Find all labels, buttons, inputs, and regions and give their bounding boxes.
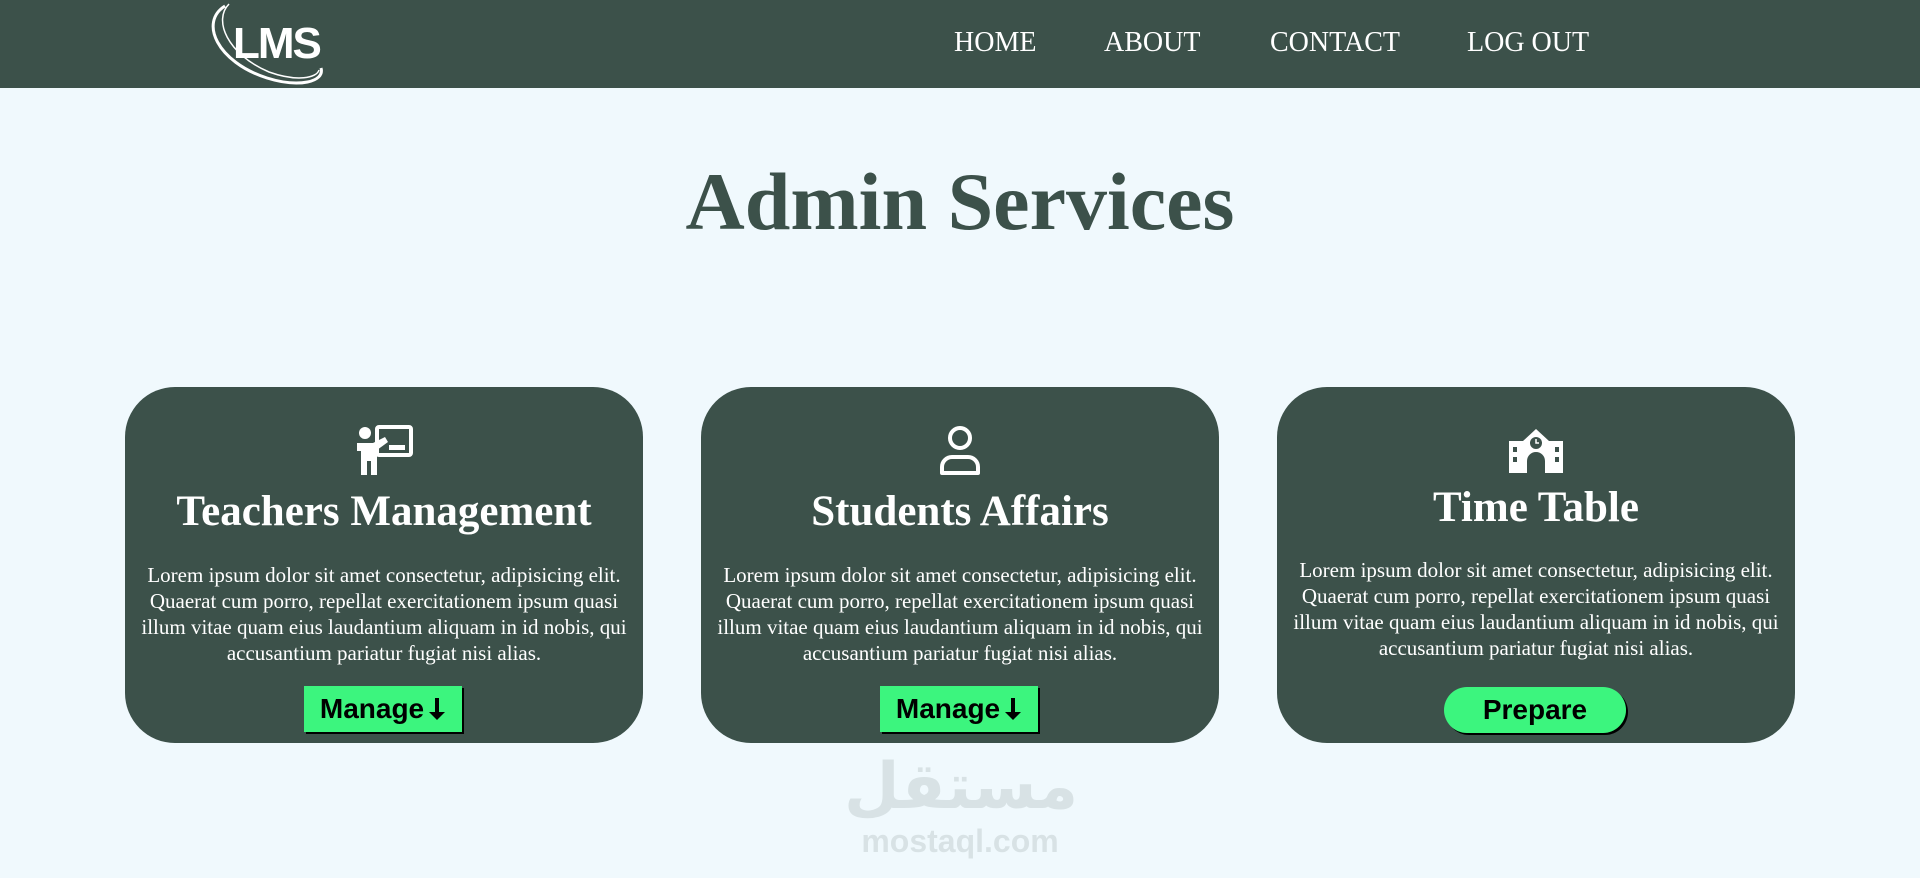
service-card-students: Students Affairs Lorem ipsum dolor sit a… bbox=[701, 387, 1219, 743]
nav-home-link[interactable]: HOME bbox=[954, 26, 1036, 60]
card-title: Students Affairs bbox=[811, 488, 1109, 535]
button-label: Manage bbox=[319, 693, 425, 724]
watermark-latin-text: mostaql.com bbox=[861, 823, 1059, 859]
button-label: Manage bbox=[895, 693, 1001, 724]
watermark: مستقل mostaql.com bbox=[844, 750, 1079, 860]
logo-text: LMS bbox=[233, 19, 322, 68]
card-description: Lorem ipsum dolor sit amet consectetur, … bbox=[141, 563, 627, 665]
button-label: Prepare bbox=[1482, 694, 1588, 725]
card-title: Teachers Management bbox=[176, 488, 592, 535]
service-card-teachers: Teachers Management Lorem ipsum dolor si… bbox=[125, 387, 643, 743]
arrow-down-icon bbox=[1005, 698, 1022, 720]
manage-students-button[interactable]: Manage bbox=[880, 686, 1038, 732]
nav-logout-link[interactable]: LOG OUT bbox=[1467, 26, 1589, 60]
arrow-down-icon bbox=[429, 698, 446, 720]
nav-contact-link[interactable]: CONTACT bbox=[1270, 26, 1400, 60]
prepare-timetable-button[interactable]: Prepare bbox=[1444, 687, 1626, 733]
lms-logo[interactable]: LMS bbox=[207, 2, 335, 86]
card-description: Lorem ipsum dolor sit amet consectetur, … bbox=[1293, 558, 1779, 660]
watermark-arabic-text: مستقل bbox=[844, 750, 1079, 824]
card-description: Lorem ipsum dolor sit amet consectetur, … bbox=[717, 563, 1203, 665]
manage-teachers-button[interactable]: Manage bbox=[304, 686, 462, 732]
teacher-board-icon bbox=[357, 425, 413, 475]
page-title: Admin Services bbox=[685, 156, 1235, 247]
user-icon bbox=[940, 426, 980, 475]
service-card-timetable: Time Table Lorem ipsum dolor sit amet co… bbox=[1277, 387, 1795, 743]
nav-about-link[interactable]: ABOUT bbox=[1104, 26, 1200, 60]
school-icon bbox=[1509, 429, 1563, 473]
navbar: LMS HOME ABOUT CONTACT LOG OUT bbox=[0, 0, 1920, 88]
card-title: Time Table bbox=[1433, 484, 1639, 531]
